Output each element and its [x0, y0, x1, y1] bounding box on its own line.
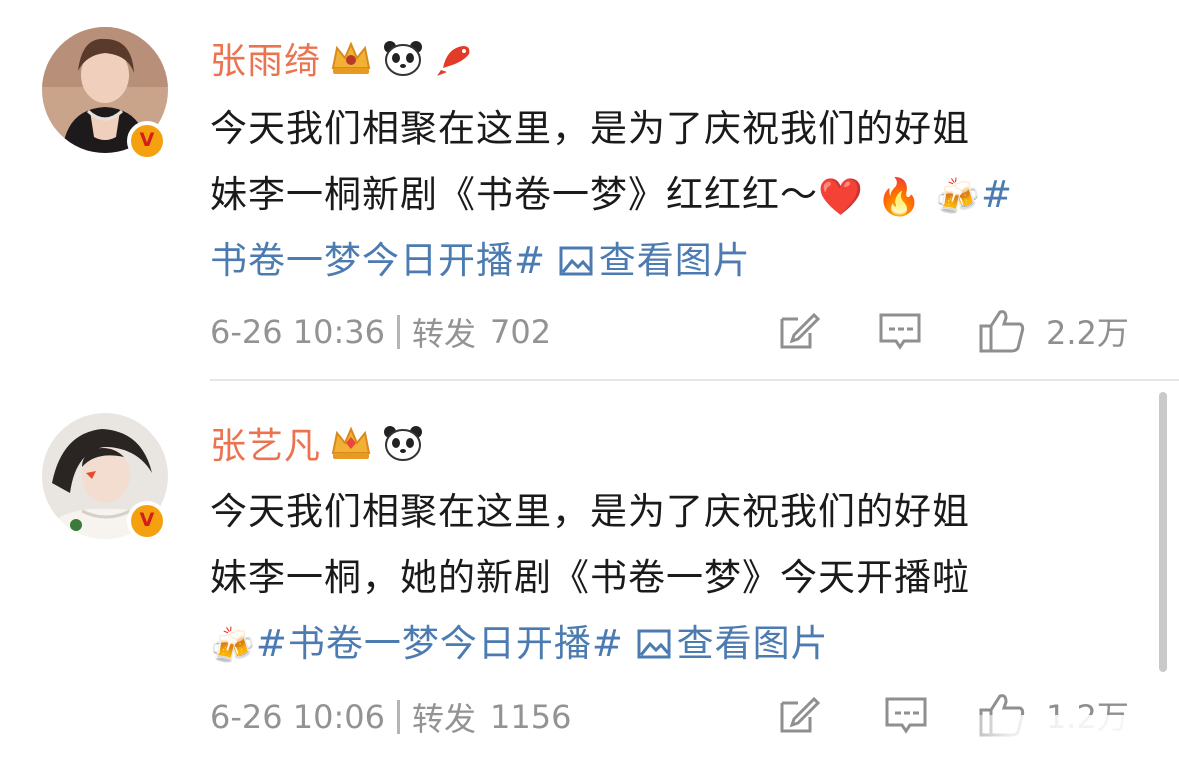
- weibo-comment-list: V 张雨绮 今天我们相聚在这里，是为了庆祝我们的好姐 妹李一桐新剧《书卷一梦》红…: [0, 0, 1179, 764]
- topic-link[interactable]: #书卷一梦今日开播#: [256, 622, 624, 665]
- scrollbar[interactable]: [1159, 392, 1167, 672]
- edit-icon: [780, 312, 820, 349]
- comment-line: 书卷一梦今日开播# 查看图片: [210, 228, 1150, 294]
- repost-count: 1156: [490, 698, 572, 736]
- comment-line: 🍻#书卷一梦今日开播# 查看图片: [210, 611, 1150, 677]
- username-row: 张艺凡: [210, 418, 425, 468]
- repost-button[interactable]: [776, 690, 820, 740]
- view-image-link[interactable]: 查看图片: [559, 239, 751, 282]
- repost-count: 702: [490, 313, 552, 351]
- meta-divider: [397, 700, 401, 734]
- panda-icon: [381, 38, 425, 78]
- repost-label[interactable]: 转发: [412, 309, 476, 355]
- edit-icon: [780, 696, 820, 733]
- timestamp: 6-26 10:36: [210, 313, 386, 351]
- watermark-overlay: [940, 715, 1179, 764]
- repost-button[interactable]: [776, 306, 820, 356]
- comment-line: 妹李一桐，她的新剧《书卷一梦》今天开播啦: [210, 556, 970, 599]
- comment-item: V 张艺凡 今天我们相聚在这里，是为了庆祝我们的好姐 妹李一桐，她的新剧《书卷一…: [0, 381, 1179, 764]
- comment-button[interactable]: [878, 306, 922, 356]
- username[interactable]: 张雨绮: [210, 32, 321, 84]
- fire-emoji: 🔥: [876, 177, 923, 218]
- comment-item: V 张雨绮 今天我们相聚在这里，是为了庆祝我们的好姐 妹李一桐新剧《书卷一梦》红…: [0, 0, 1179, 380]
- like-button[interactable]: 2.2万: [978, 306, 1129, 356]
- view-image-label: 查看图片: [676, 622, 829, 665]
- comment-text: 今天我们相聚在这里，是为了庆祝我们的好姐 妹李一桐新剧《书卷一梦》红红红～❤️ …: [210, 96, 1150, 294]
- panda-icon: [381, 423, 425, 463]
- comment-meta: 6-26 10:36 转发 702: [210, 307, 551, 357]
- comment-button[interactable]: [884, 690, 928, 740]
- repost-label[interactable]: 转发: [412, 694, 476, 740]
- comment-line: 今天我们相聚在这里，是为了庆祝我们的好姐: [210, 490, 970, 533]
- thumbs-up-icon: [979, 310, 1025, 353]
- comment-meta: 6-26 10:06 转发 1156: [210, 692, 571, 742]
- topic-link[interactable]: #: [981, 173, 1013, 216]
- crown-icon: [329, 38, 373, 78]
- verified-badge-icon: V: [127, 121, 167, 161]
- timestamp: 6-26 10:06: [210, 698, 386, 736]
- verified-badge-icon: V: [127, 501, 167, 541]
- beer-emoji: 🍻: [935, 177, 982, 218]
- comment-text-segment: 妹李一桐新剧《书卷一梦》红红红～: [210, 173, 818, 216]
- like-count: 2.2万: [1046, 314, 1129, 352]
- crown-icon: [329, 423, 373, 463]
- comment-text: 今天我们相聚在这里，是为了庆祝我们的好姐 妹李一桐，她的新剧《书卷一梦》今天开播…: [210, 479, 1150, 677]
- meta-divider: [397, 315, 401, 349]
- view-image-label: 查看图片: [598, 239, 751, 282]
- heart-emoji: ❤️: [818, 177, 864, 218]
- image-icon: [559, 246, 593, 276]
- koi-icon: [433, 38, 477, 78]
- topic-link[interactable]: 书卷一梦今日开播#: [210, 239, 546, 282]
- comment-line: 今天我们相聚在这里，是为了庆祝我们的好姐: [210, 107, 970, 150]
- image-icon: [637, 629, 671, 659]
- view-image-link[interactable]: 查看图片: [637, 622, 829, 665]
- beer-emoji: 🍻: [210, 626, 256, 667]
- comment-line: 妹李一桐新剧《书卷一梦》红红红～❤️ 🔥 🍻#: [210, 162, 1150, 228]
- username[interactable]: 张艺凡: [210, 417, 321, 469]
- username-row: 张雨绮: [210, 33, 477, 83]
- comment-icon: [885, 697, 927, 734]
- comment-icon: [879, 313, 921, 350]
